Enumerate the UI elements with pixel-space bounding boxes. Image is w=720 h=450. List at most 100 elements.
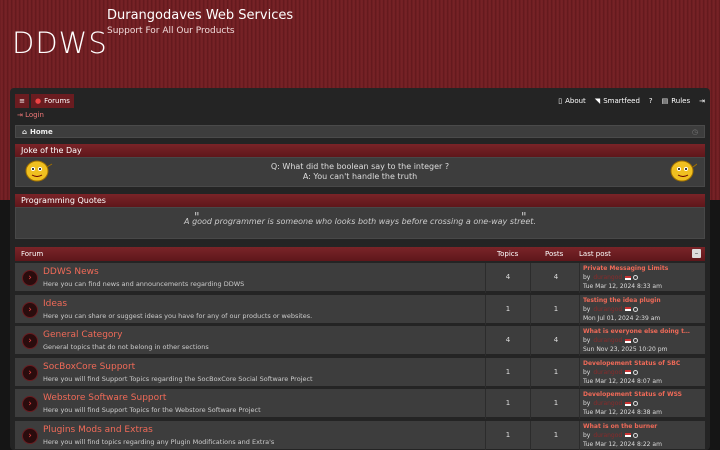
joke-answer: A: You can't handle the truth [302, 172, 418, 181]
quotes-panel-title: Programming Quotes [21, 196, 106, 205]
site-logo[interactable]: DDWS [12, 26, 108, 60]
column-divider [485, 294, 486, 325]
login-icon-link[interactable]: ⇥ [699, 97, 705, 105]
smiley-right-icon [670, 160, 697, 182]
posts-count: 1 [553, 430, 559, 439]
last-post-date: Tue Mar 12, 2024 8:22 am [583, 440, 662, 448]
last-post-title[interactable]: Developement Status of WSS [583, 391, 682, 398]
posts-count: 1 [553, 304, 559, 313]
col-posts: Posts [545, 250, 564, 258]
column-divider [485, 420, 486, 450]
topics-count: 1 [505, 367, 511, 376]
quotes-panel-header: Programming Quotes [15, 194, 705, 207]
forum-title[interactable]: General Category [43, 330, 122, 340]
file-icon: ▯ [558, 97, 563, 105]
quick-links-button[interactable]: ≡ [15, 94, 29, 108]
column-divider [579, 294, 580, 325]
faq-link[interactable]: ? [649, 97, 653, 105]
main-wrap: ≡ ● Forums ▯ About ◥ Smartfeed ? ▤ Rules [10, 88, 710, 450]
forum-row[interactable]: › Webstore Software Support Here you wil… [15, 389, 705, 419]
column-divider [530, 326, 531, 356]
posts-count: 4 [553, 336, 559, 344]
quotes-panel: " A good programmer is someone who looks… [15, 207, 705, 239]
forums-tab-label: Forums [44, 97, 70, 105]
forum-row[interactable]: › Plugins Mods and Extras Here you will … [15, 420, 705, 450]
view-latest-icon[interactable] [633, 338, 639, 343]
last-post-by: by [583, 431, 591, 439]
forum-title[interactable]: Plugins Mods and Extras [43, 425, 153, 435]
topics-count: 4 [505, 336, 511, 344]
column-divider [579, 357, 580, 388]
login-link[interactable]: ⇥ Login [17, 111, 44, 119]
flag-icon [625, 401, 632, 406]
forum-read-icon: › [22, 396, 38, 412]
last-post-title[interactable]: Testing the idea plugin [583, 297, 661, 304]
last-post-date: Tue Mar 12, 2024 8:07 am [583, 377, 662, 385]
comment-icon: ● [35, 97, 42, 105]
last-post-author-line: by durangod [583, 274, 639, 281]
topics-count: 4 [505, 273, 511, 281]
last-post-date: Tue Mar 12, 2024 8:38 am [583, 409, 662, 416]
last-post-title[interactable]: Developement Status of SBC [583, 360, 680, 367]
last-post-by: by [583, 337, 591, 344]
joke-panel: Q: What did the boolean say to the integ… [15, 157, 705, 187]
posts-count: 4 [553, 273, 559, 281]
last-post-by: by [583, 274, 591, 281]
navbar: ≡ ● Forums ▯ About ◥ Smartfeed ? ▤ Rules [15, 93, 705, 109]
last-post-title[interactable]: What is on the burner [583, 423, 657, 430]
column-divider [530, 294, 531, 325]
collapse-toggle[interactable]: – [692, 249, 701, 258]
last-post-title[interactable]: What is everyone else doing t… [583, 328, 690, 335]
last-post-by: by [583, 368, 591, 376]
column-divider [530, 389, 531, 419]
rules-label: Rules [671, 97, 691, 105]
forum-description: Here you will find Support Topics for th… [43, 406, 261, 414]
view-latest-icon[interactable] [633, 306, 639, 312]
forum-row[interactable]: › DDWS News Here you can find news and a… [15, 263, 705, 293]
view-latest-icon[interactable] [633, 401, 639, 406]
forum-title[interactable]: SocBoxCore Support [43, 362, 135, 372]
view-latest-icon[interactable] [633, 369, 639, 375]
quote-text: A good programmer is someone who looks b… [184, 217, 536, 226]
forum-row[interactable]: › SocBoxCore Support Here you will find … [15, 357, 705, 388]
site-title: Durangodaves Web Services [107, 8, 294, 23]
view-latest-icon[interactable] [633, 432, 639, 438]
column-divider [579, 420, 580, 450]
last-post-author-line: by durangod [583, 400, 639, 407]
last-post-author[interactable]: durangod [593, 306, 622, 313]
forum-row[interactable]: › General Category General topics that d… [15, 326, 705, 356]
smartfeed-link[interactable]: ◥ Smartfeed [595, 97, 640, 105]
breadcrumb-home[interactable]: Home [30, 128, 53, 136]
forum-description: General topics that do not belong in oth… [43, 343, 209, 351]
forum-row[interactable]: › Ideas Here you can share or suggest id… [15, 294, 705, 325]
last-post-title[interactable]: Private Messaging Limits [583, 265, 668, 272]
last-post-author-line: by durangod [583, 306, 639, 313]
forum-title[interactable]: Webstore Software Support [43, 393, 166, 403]
last-post-date: Tue Mar 12, 2024 8:33 am [583, 283, 662, 290]
column-divider [579, 326, 580, 356]
last-post-author[interactable]: durangod [593, 369, 622, 376]
last-post-author[interactable]: durangod [593, 400, 622, 407]
book-icon: ▤ [661, 97, 669, 105]
view-latest-icon[interactable] [633, 275, 639, 280]
login-label: Login [25, 111, 44, 119]
last-post-author-line: by durangod [583, 337, 639, 344]
joke-panel-header: Joke of the Day [15, 144, 705, 157]
column-divider [530, 263, 531, 293]
about-link[interactable]: ▯ About [558, 97, 586, 105]
flag-icon [625, 370, 632, 374]
last-post-by: by [583, 400, 591, 407]
topics-count: 1 [505, 304, 511, 313]
about-label: About [565, 97, 586, 105]
forums-tab[interactable]: ● Forums [31, 94, 74, 108]
last-post-author[interactable]: durangod [593, 432, 622, 439]
question-icon: ? [648, 97, 653, 105]
rules-link[interactable]: ▤ Rules [662, 97, 691, 105]
last-post-author[interactable]: durangod [593, 274, 622, 281]
last-post-author[interactable]: durangod [593, 337, 622, 344]
forum-title[interactable]: DDWS News [43, 267, 99, 277]
col-forum: Forum [21, 250, 44, 258]
column-divider [485, 389, 486, 419]
sign-in-icon: ⇥ [699, 97, 705, 105]
forum-title[interactable]: Ideas [43, 299, 67, 309]
